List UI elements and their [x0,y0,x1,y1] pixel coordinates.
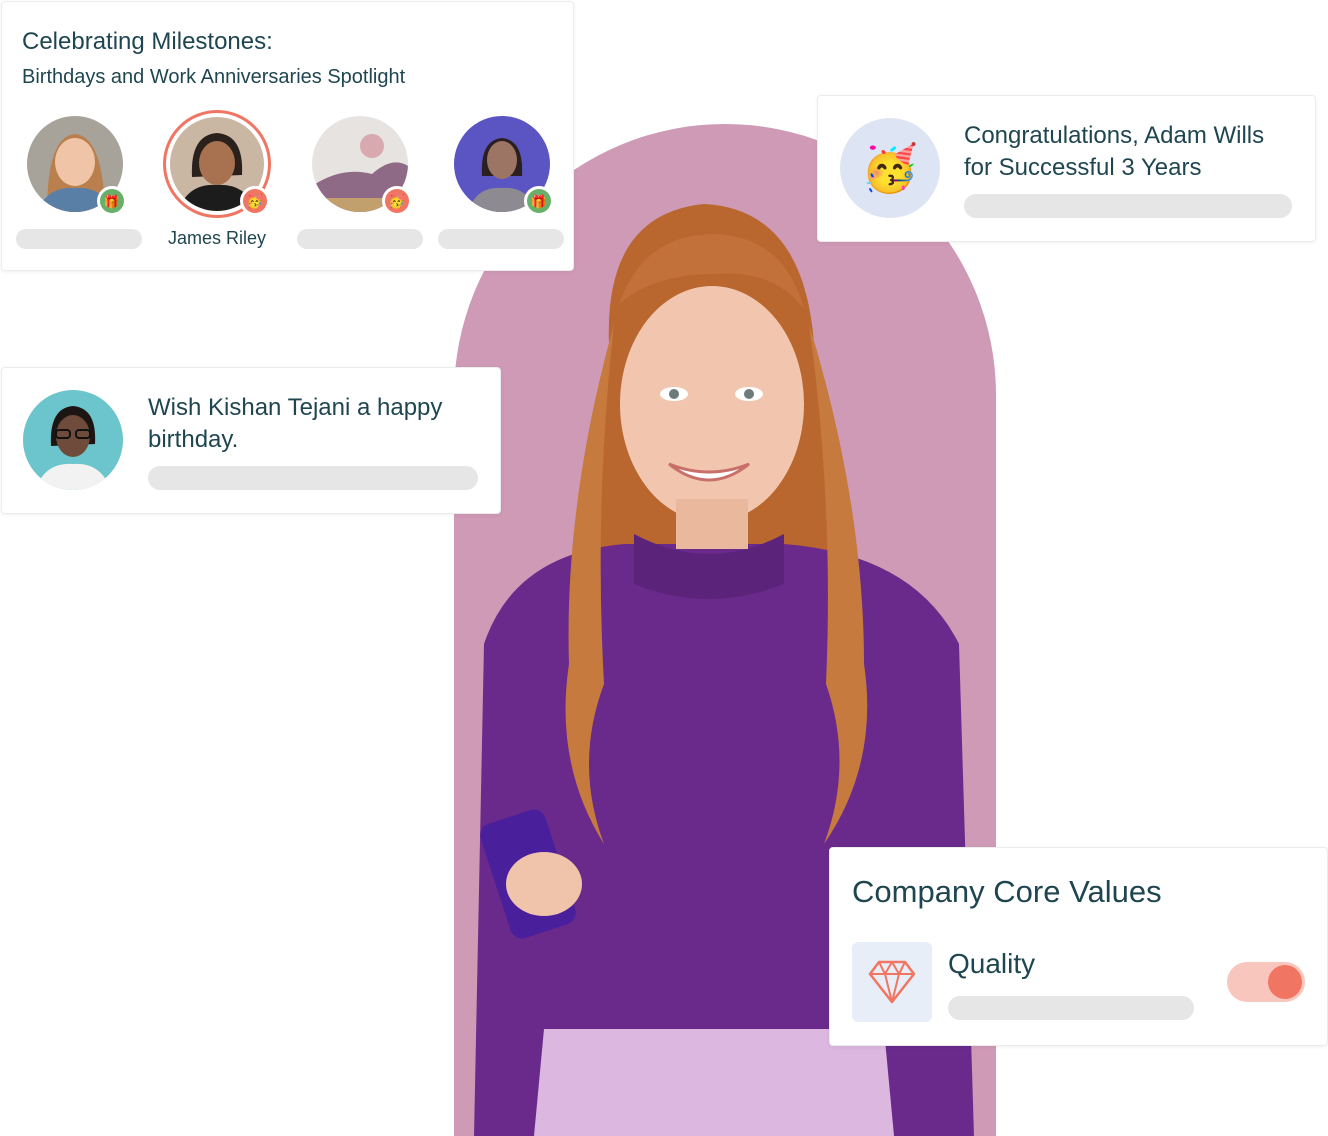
milestones-card: Celebrating Milestones: Birthdays and Wo… [1,1,574,271]
text-placeholder [148,466,478,490]
gift-icon: 🎁 [524,186,554,216]
name-placeholder [438,229,564,249]
birthday-wish-card: Wish Kishan Tejani a happy birthday. [1,367,501,514]
core-values-title: Company Core Values [852,874,1162,909]
text-placeholder [964,194,1292,218]
core-value-toggle[interactable] [1227,962,1305,1002]
congratulations-card: 🥳 Congratulations, Adam Wills for Succes… [817,95,1316,242]
gift-icon: 🎁 [97,186,127,216]
name-placeholder [297,229,423,249]
avatar-kishan-tejani[interactable] [23,390,123,490]
party-face-icon: 🥳 [240,186,270,216]
core-values-card: Company Core Values Quality [829,847,1328,1046]
avatar-name: James Riley [167,228,267,248]
birthday-wish-text: Wish Kishan Tejani a happy birthday. [148,394,443,453]
name-placeholder [16,229,142,249]
milestones-subtitle: Birthdays and Work Anniversaries Spotlig… [22,66,406,88]
congratulations-text: Congratulations, Adam Wills for Successf… [964,122,1265,181]
text-placeholder [948,996,1194,1020]
toggle-knob [1268,965,1302,999]
milestones-title: Celebrating Milestones: [22,28,273,55]
party-face-icon: 🥳 [382,186,412,216]
party-face-icon: 🥳 [840,118,940,218]
core-value-label: Quality [948,948,1036,979]
diamond-icon [852,942,932,1022]
